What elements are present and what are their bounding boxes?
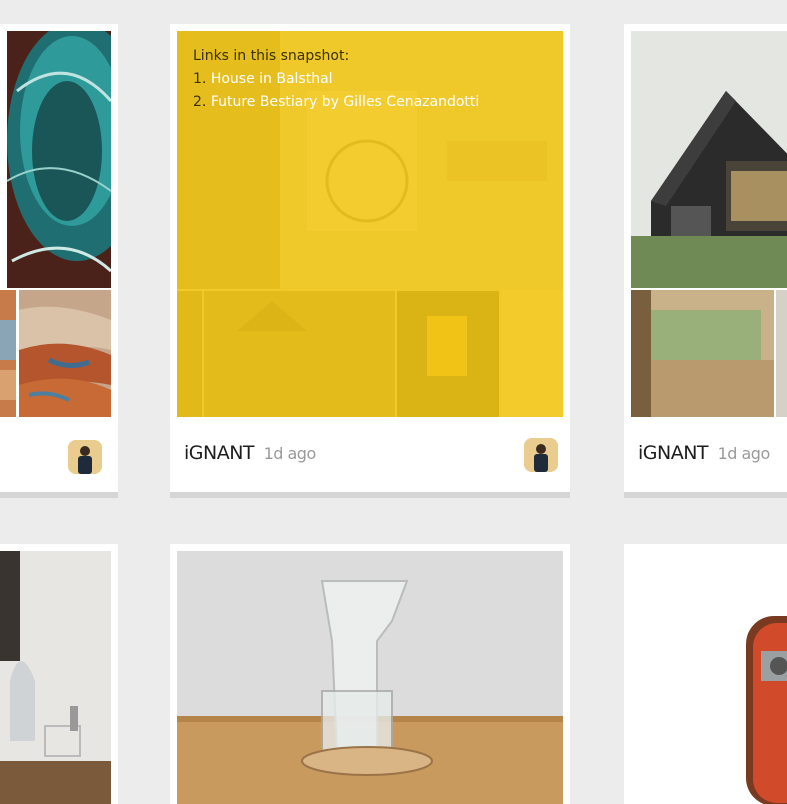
avatar[interactable] — [524, 438, 558, 472]
kitchen-image — [0, 551, 111, 804]
link-future-bestiary[interactable]: Future Bestiary by Gilles Cenazandotti — [211, 94, 479, 110]
card-source[interactable]: iGNANT 1d ago — [184, 442, 316, 464]
card-footer — [0, 424, 118, 492]
snapshot-card-right-bottom[interactable] — [624, 544, 787, 804]
link-number: 2. — [193, 94, 207, 110]
snapshot-card-left-bottom[interactable] — [0, 544, 118, 804]
card-photo-small-2[interactable] — [19, 290, 111, 417]
card-photo-main[interactable] — [177, 551, 563, 804]
source-name[interactable]: iGNANT — [184, 442, 255, 464]
teal-vase-image — [7, 31, 111, 288]
card-photo-main[interactable] — [0, 551, 111, 804]
card-photo-main[interactable] — [631, 551, 787, 804]
link-row-2[interactable]: 2. Future Bestiary by Gilles Cenazandott… — [193, 91, 479, 114]
source-name[interactable]: iGNANT — [638, 442, 709, 464]
links-header: Links in this snapshot: — [193, 48, 350, 64]
card-footer: iGNANT 1d ago — [170, 424, 570, 492]
glass-coffee-maker-image — [177, 551, 563, 804]
snapshot-card-center-top[interactable]: Links in this snapshot: 1. House in Bals… — [170, 24, 570, 492]
black-house-image — [631, 31, 787, 288]
card-photo-small-1[interactable] — [631, 290, 774, 417]
link-house-in-balsthal[interactable]: House in Balsthal — [211, 71, 333, 87]
snapshot-card-left-top[interactable] — [0, 24, 118, 492]
card-photo-small-2[interactable] — [776, 290, 787, 417]
card-photo-small-1[interactable] — [0, 290, 16, 417]
snapshot-card-center-bottom[interactable] — [170, 544, 570, 804]
card-footer: iGNANT 1d ago — [624, 424, 787, 492]
snapshot-card-right-top[interactable]: iGNANT 1d ago — [624, 24, 787, 492]
link-number: 1. — [193, 71, 207, 87]
interior-image — [631, 290, 774, 417]
post-time: 1d ago — [263, 444, 317, 463]
card-photo-main[interactable] — [7, 31, 111, 288]
person-avatar-icon — [524, 438, 558, 472]
link-row-1[interactable]: 1. House in Balsthal — [193, 68, 479, 91]
landscape-painting-image — [19, 290, 111, 417]
post-time: 1d ago — [717, 444, 771, 463]
card-photo-main[interactable] — [631, 31, 787, 288]
card-image-collage[interactable]: Links in this snapshot: 1. House in Bals… — [177, 31, 563, 417]
camera-bag-image — [631, 551, 787, 804]
person-avatar-icon — [68, 440, 102, 474]
card-source[interactable]: iGNANT 1d ago — [638, 442, 770, 464]
avatar[interactable] — [68, 440, 102, 474]
snapshot-links: Links in this snapshot: 1. House in Bals… — [193, 45, 479, 114]
